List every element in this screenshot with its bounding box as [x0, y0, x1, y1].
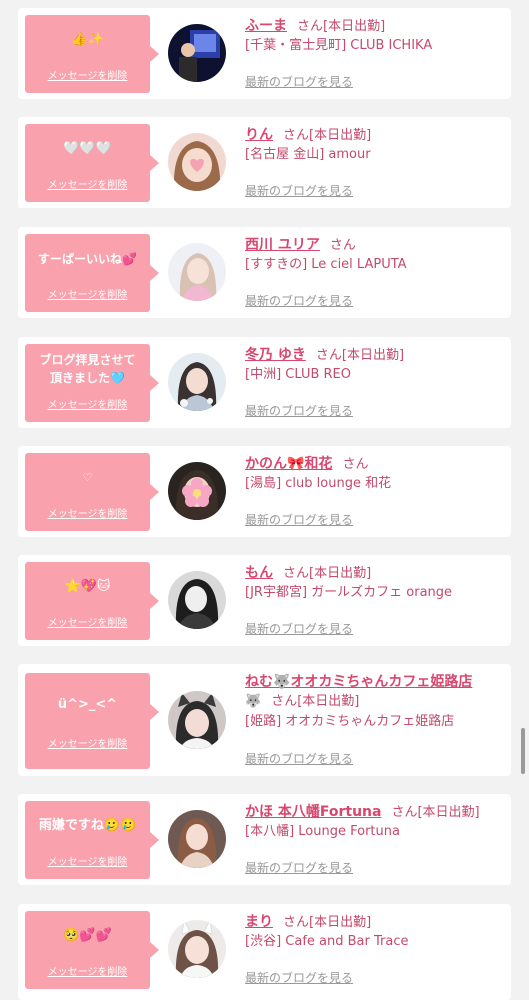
profile-name-link[interactable]: もん — [245, 565, 273, 581]
message-card: 👍✨ メッセージを削除 ふーま さん[本日出勤] [千葉・富士見町] CLUB I… — [18, 8, 511, 99]
view-blog-link[interactable]: 最新のブログを見る — [245, 73, 353, 90]
san-label: さん — [283, 915, 310, 930]
message-text: ü^>_<^ — [57, 697, 118, 712]
avatar[interactable] — [168, 810, 226, 868]
message-bubble: 🥺💕💕 メッセージを削除 — [25, 911, 159, 989]
status-badge: [本日出勤] — [309, 915, 372, 930]
message-bubble: ブログ拝見させて 頂きました🩵 メッセージを削除 — [25, 344, 159, 422]
shop-name: [千葉・富士見町] CLUB ICHIKA — [245, 38, 433, 53]
san-label: さん — [283, 566, 310, 581]
view-blog-link[interactable]: 最新のブログを見る — [245, 750, 353, 767]
view-blog-link[interactable]: 最新のブログを見る — [245, 511, 353, 528]
avatar[interactable] — [168, 462, 226, 520]
shop-name: [JR宇都宮] ガールズカフェ orange — [245, 585, 453, 600]
delete-message-link[interactable]: メッセージを削除 — [25, 176, 150, 191]
view-blog-link[interactable]: 最新のブログを見る — [245, 292, 353, 309]
message-bubble: 雨嫌ですね🥲🥲 メッセージを削除 — [25, 801, 159, 879]
message-text: すーぱーいいね💕 — [38, 252, 137, 266]
message-bubble: ⭐💖🐱 メッセージを削除 — [25, 562, 159, 640]
delete-message-link[interactable]: メッセージを削除 — [25, 735, 150, 750]
message-card: 🤍🤍🤍 メッセージを削除 りん さん[本日出勤] [名古屋 金山] amour 最… — [18, 117, 511, 208]
shop-name: [名古屋 金山] amour — [245, 147, 371, 162]
san-label: さん — [283, 128, 310, 143]
message-bubble: 👍✨ メッセージを削除 — [25, 15, 159, 93]
status-badge: [本日出勤] — [297, 694, 360, 709]
delete-message-link[interactable]: メッセージを削除 — [25, 286, 150, 301]
avatar[interactable] — [168, 133, 226, 191]
message-text: 👍✨ — [71, 32, 104, 47]
profile-name-link[interactable]: かほ 本八幡Fortuna — [245, 804, 381, 820]
status-badge: [本日出勤] — [309, 566, 372, 581]
message-bubble: 🤍🤍🤍 メッセージを削除 — [25, 124, 159, 202]
message-card: すーぱーいいね💕 メッセージを削除 西川 ユリア さん [すすきの] Le cie… — [18, 227, 511, 318]
profile-name-link[interactable]: 西川 ユリア — [245, 237, 320, 253]
shop-name: [湯島] club lounge 和花 — [245, 476, 392, 491]
wolf-icon: 🐺 — [245, 694, 262, 709]
message-text: ♡ — [82, 471, 93, 484]
san-label: さん — [271, 694, 298, 709]
view-blog-link[interactable]: 最新のブログを見る — [245, 620, 353, 637]
shop-name: [すすきの] Le ciel LAPUTA — [245, 257, 407, 272]
shop-name: [渋谷] Cafe and Bar Trace — [245, 934, 409, 949]
delete-message-link[interactable]: メッセージを削除 — [25, 614, 150, 629]
message-text: ⭐💖🐱 — [64, 579, 111, 594]
view-blog-link[interactable]: 最新のブログを見る — [245, 182, 353, 199]
status-badge: [本日出勤] — [417, 805, 480, 820]
san-label: さん — [297, 19, 324, 34]
profile-name-link[interactable]: ふーま — [245, 18, 287, 34]
message-text: 雨嫌ですね🥲🥲 — [38, 818, 137, 833]
delete-message-link[interactable]: メッセージを削除 — [25, 853, 150, 868]
status-badge: [本日出勤] — [309, 128, 372, 143]
delete-message-link[interactable]: メッセージを削除 — [25, 396, 150, 411]
message-text: ブログ拝見させて 頂きました🩵 — [39, 353, 136, 385]
avatar[interactable] — [168, 353, 226, 411]
avatar[interactable] — [168, 243, 226, 301]
message-bubble: ü^>_<^ メッセージを削除 — [25, 673, 159, 769]
view-blog-link[interactable]: 最新のブログを見る — [245, 859, 353, 876]
avatar[interactable] — [168, 571, 226, 629]
san-label: さん — [342, 457, 369, 472]
scrollbar[interactable] — [521, 728, 525, 774]
shop-name: [姫路] オオカミちゃんカフェ姫路店 — [245, 714, 455, 729]
message-text: 🤍🤍🤍 — [63, 141, 112, 156]
message-card: ♡ メッセージを削除 かのん🎀和花 さん [湯島] club lounge 和花 … — [18, 446, 511, 537]
message-card: 🥺💕💕 メッセージを削除 まり さん[本日出勤] [渋谷] Cafe and Ba… — [18, 904, 511, 1000]
view-blog-link[interactable]: 最新のブログを見る — [245, 402, 353, 419]
message-card: 雨嫌ですね🥲🥲 メッセージを削除 かほ 本八幡Fortuna さん[本日出勤] [… — [18, 794, 511, 885]
message-text: 🥺💕💕 — [63, 928, 112, 943]
message-card: ⭐💖🐱 メッセージを削除 もん さん[本日出勤] [JR宇都宮] ガールズカフェ … — [18, 555, 511, 646]
profile-name-link[interactable]: 冬乃 ゆき — [245, 347, 306, 363]
profile-name-link[interactable]: ねむ🐺オオカミちゃんカフェ姫路店 — [245, 674, 472, 690]
shop-name: [中洲] CLUB REO — [245, 367, 351, 382]
avatar[interactable] — [168, 24, 226, 82]
view-blog-link[interactable]: 最新のブログを見る — [245, 969, 353, 986]
message-bubble: すーぱーいいね💕 メッセージを削除 — [25, 234, 159, 312]
avatar[interactable] — [168, 920, 226, 978]
delete-message-link[interactable]: メッセージを削除 — [25, 963, 150, 978]
status-badge: [本日出勤] — [323, 19, 386, 34]
delete-message-link[interactable]: メッセージを削除 — [25, 505, 150, 520]
shop-name: [本八幡] Lounge Fortuna — [245, 824, 400, 839]
status-badge: [本日出勤] — [341, 348, 405, 363]
profile-name-link[interactable]: りん — [245, 127, 273, 143]
message-card: ブログ拝見させて 頂きました🩵 メッセージを削除 冬乃 ゆき さん[本日出勤] [… — [18, 337, 511, 428]
message-bubble: ♡ メッセージを削除 — [25, 453, 159, 531]
avatar[interactable] — [168, 691, 226, 749]
san-label: さん — [315, 348, 342, 363]
san-label: さん — [329, 238, 356, 253]
san-label: さん — [391, 805, 418, 820]
message-card: ü^>_<^ メッセージを削除 ねむ🐺オオカミちゃんカフェ姫路店 🐺 さん[本日出… — [18, 664, 511, 776]
delete-message-link[interactable]: メッセージを削除 — [25, 67, 150, 82]
profile-name-link[interactable]: かのん🎀和花 — [245, 456, 332, 472]
profile-name-link[interactable]: まり — [245, 914, 273, 930]
